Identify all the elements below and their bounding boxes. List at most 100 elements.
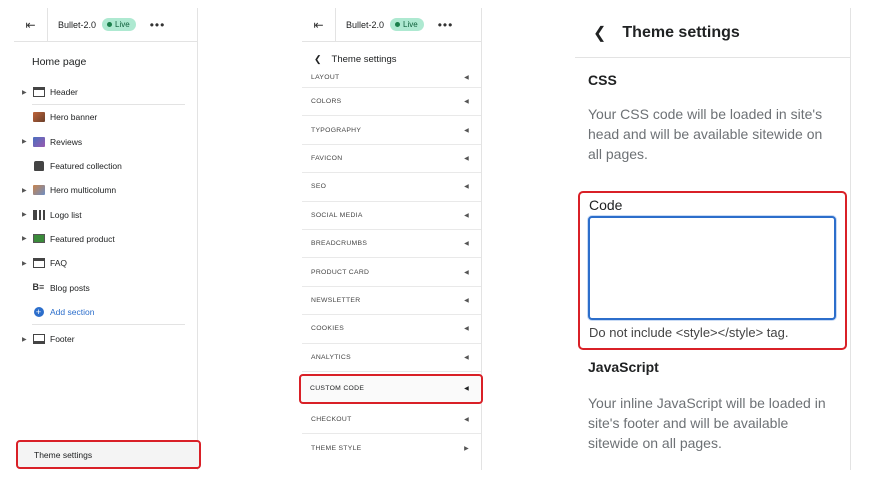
- editor-topbar: ⇤ Bullet-2.0 Live •••: [302, 7, 481, 42]
- settings-item-layout[interactable]: LAYOUT ◀: [302, 72, 481, 88]
- expand-caret-icon[interactable]: ▶: [22, 211, 27, 218]
- status-label: Live: [115, 20, 130, 29]
- chevron-left-icon: ❮: [314, 53, 322, 64]
- caret-left-icon: ◀: [464, 269, 469, 276]
- settings-item-theme-style[interactable]: THEME STYLE ▶: [302, 434, 481, 462]
- section-label: Hero banner: [50, 112, 98, 123]
- settings-item-label: COLORS: [311, 98, 342, 106]
- expand-caret-icon[interactable]: ▶: [22, 138, 27, 145]
- caret-left-icon: ◀: [464, 241, 469, 248]
- settings-item-breadcrumbs[interactable]: BREADCRUMBS ◀: [302, 230, 481, 259]
- add-section-button[interactable]: + Add section: [14, 300, 197, 324]
- section-item-blog-posts[interactable]: B≡ Blog posts: [14, 275, 197, 299]
- live-dot-icon: [107, 22, 113, 27]
- section-item-reviews[interactable]: ▶ Reviews: [14, 130, 197, 154]
- chevron-left-icon[interactable]: ❮: [593, 23, 606, 43]
- status-label: Live: [403, 20, 418, 29]
- section-item-header[interactable]: ▶ Header: [14, 80, 197, 104]
- exit-icon: ⇤: [313, 17, 324, 32]
- exit-editor-button[interactable]: ⇤: [14, 7, 48, 42]
- code-field-group: Code Do not include <style></style> tag.: [578, 191, 847, 350]
- settings-item-custom-code[interactable]: CUSTOM CODE ◀: [299, 373, 483, 404]
- section-label: Logo list: [50, 209, 82, 220]
- expand-caret-icon[interactable]: ▶: [22, 336, 27, 343]
- more-actions-button[interactable]: •••: [438, 18, 454, 32]
- caret-left-icon: ◀: [464, 326, 469, 333]
- image-icon: [32, 185, 45, 196]
- caret-left-icon: ◀: [464, 155, 469, 162]
- theme-settings-button[interactable]: Theme settings: [16, 440, 201, 469]
- logo-list-icon: [32, 209, 45, 220]
- section-item-featured-collection[interactable]: Featured collection: [14, 154, 197, 178]
- blog-icon: B≡: [32, 282, 45, 293]
- settings-item-checkout[interactable]: CHECKOUT ◀: [302, 406, 481, 435]
- javascript-heading: JavaScript: [588, 359, 659, 375]
- caret-left-icon: ◀: [464, 354, 469, 361]
- expand-caret-icon[interactable]: ▶: [22, 235, 27, 242]
- settings-item-favicon[interactable]: FAVICON ◀: [302, 145, 481, 174]
- css-heading: CSS: [588, 72, 617, 88]
- settings-item-label: PRODUCT CARD: [311, 268, 370, 276]
- settings-item-label: NEWSLETTER: [311, 296, 361, 304]
- settings-menu-title: Theme settings: [331, 53, 397, 65]
- live-dot-icon: [395, 22, 401, 27]
- exit-editor-button[interactable]: ⇤: [302, 7, 336, 42]
- settings-item-label: LAYOUT: [311, 74, 340, 81]
- section-label: Reviews: [50, 136, 83, 147]
- settings-item-label: ANALYTICS: [311, 353, 351, 361]
- more-actions-button[interactable]: •••: [150, 18, 166, 32]
- image-icon: [32, 112, 45, 123]
- caret-right-icon: ▶: [464, 445, 469, 452]
- add-section-label: Add section: [50, 306, 95, 317]
- image-icon: [32, 136, 45, 147]
- exit-icon: ⇤: [25, 17, 36, 32]
- section-label: Featured product: [50, 233, 115, 244]
- settings-item-social-media[interactable]: SOCIAL MEDIA ◀: [302, 202, 481, 230]
- section-item-footer[interactable]: ▶ Footer: [14, 327, 197, 351]
- code-label: Code: [589, 197, 623, 213]
- section-list: ▶ Header Hero banner ▶ Reviews Featured …: [14, 80, 197, 351]
- panel-header: ❮ Theme settings: [575, 8, 850, 58]
- javascript-description: Your inline JavaScript will be loaded in…: [588, 395, 826, 451]
- editor-sidebar: ⇤ Bullet-2.0 Live ••• Home page ▶ Header…: [14, 7, 201, 470]
- custom-code-panel: ❮ Theme settings CSS Your CSS code will …: [575, 8, 851, 470]
- section-item-hero-banner[interactable]: Hero banner: [14, 105, 197, 129]
- section-item-logo-list[interactable]: ▶ Logo list: [14, 202, 197, 226]
- caret-left-icon: ◀: [464, 184, 469, 191]
- caret-left-icon: ◀: [464, 386, 469, 393]
- section-item-hero-multicolumn[interactable]: ▶ Hero multicolumn: [14, 178, 197, 202]
- page-title: Home page: [32, 56, 87, 68]
- settings-item-product-card[interactable]: PRODUCT CARD ◀: [302, 258, 481, 287]
- caret-left-icon: ◀: [464, 99, 469, 106]
- section-label: Blog posts: [50, 282, 90, 293]
- settings-item-seo[interactable]: SEO ◀: [302, 173, 481, 202]
- expand-caret-icon[interactable]: ▶: [22, 187, 27, 194]
- settings-item-label: SEO: [311, 183, 327, 191]
- css-description: Your CSS code will be loaded in site's h…: [588, 106, 823, 162]
- expand-caret-icon[interactable]: ▶: [22, 89, 27, 96]
- expand-caret-icon[interactable]: ▶: [22, 260, 27, 267]
- caret-left-icon: ◀: [464, 297, 469, 304]
- settings-item-colors[interactable]: COLORS ◀: [302, 88, 481, 117]
- caret-left-icon: ◀: [464, 212, 469, 219]
- caret-left-icon: ◀: [464, 127, 469, 134]
- settings-item-analytics[interactable]: ANALYTICS ◀: [302, 344, 481, 372]
- css-code-input[interactable]: [588, 216, 836, 320]
- code-hint: Do not include <style></style> tag.: [589, 325, 789, 340]
- settings-list: LAYOUT ◀ COLORS ◀ TYPOGRAPHY ◀ FAVICON ◀ SEO…: [299, 72, 483, 463]
- theme-settings-menu: ⇤ Bullet-2.0 Live ••• ❮ Theme settings L…: [299, 7, 483, 470]
- settings-item-cookies[interactable]: COOKIES ◀: [302, 315, 481, 344]
- section-label: Hero multicolumn: [50, 185, 117, 196]
- section-item-featured-product[interactable]: ▶ Featured product: [14, 227, 197, 251]
- section-item-faq[interactable]: ▶ FAQ: [14, 251, 197, 275]
- footer-icon: [32, 334, 45, 345]
- settings-item-label: SOCIAL MEDIA: [311, 211, 363, 219]
- settings-item-newsletter[interactable]: NEWSLETTER ◀: [302, 287, 481, 316]
- settings-item-typography[interactable]: TYPOGRAPHY ◀: [302, 116, 481, 145]
- product-icon: [32, 233, 45, 244]
- back-to-sections-button[interactable]: ❮ Theme settings: [302, 46, 481, 72]
- status-badge: Live: [102, 18, 136, 31]
- caret-left-icon: ◀: [464, 75, 469, 81]
- editor-topbar: ⇤ Bullet-2.0 Live •••: [14, 7, 197, 42]
- settings-item-label: CHECKOUT: [311, 416, 352, 424]
